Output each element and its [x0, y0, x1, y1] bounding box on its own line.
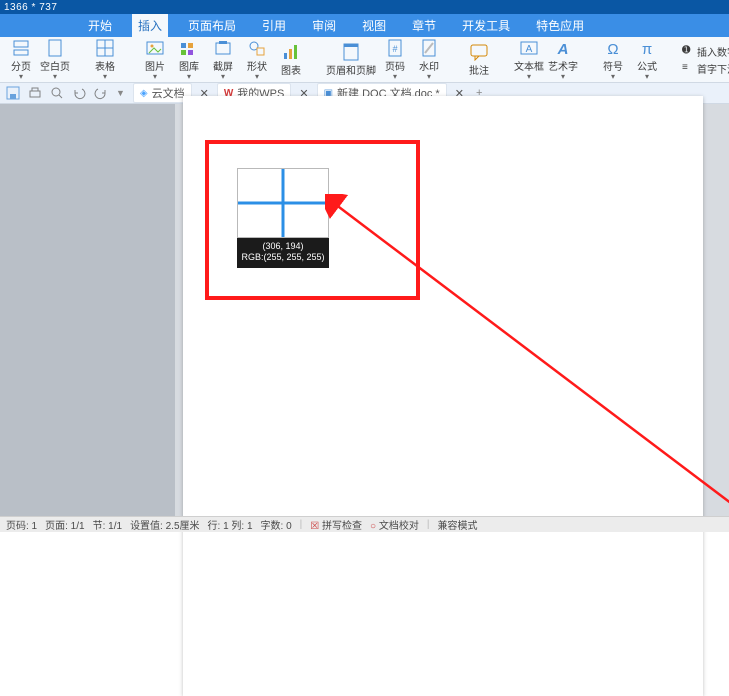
svg-text:A: A: [526, 44, 533, 55]
page-area[interactable]: (306, 194) RGB:(255, 255, 255): [175, 104, 729, 516]
table-button[interactable]: 表格▾: [90, 39, 120, 81]
menu-insert[interactable]: 插入: [132, 14, 168, 37]
print-icon[interactable]: [28, 86, 42, 100]
workspace: (306, 194) RGB:(255, 255, 255): [0, 104, 729, 516]
symbol-button[interactable]: Ω符号▾: [598, 39, 628, 81]
menu-start[interactable]: 开始: [82, 14, 118, 37]
blank-page-icon: [46, 39, 64, 57]
equation-button[interactable]: π公式▾: [632, 39, 662, 81]
menu-view[interactable]: 视图: [356, 14, 392, 37]
table-icon: [96, 39, 114, 57]
svg-text:#: #: [392, 44, 397, 54]
gallery-icon: [180, 39, 198, 57]
insert-number-button[interactable]: ➊插入数字: [682, 44, 729, 59]
eyedropper-rgb: RGB:(255, 255, 255): [237, 252, 329, 263]
page-break-button[interactable]: 分页▾: [6, 39, 36, 81]
menu-references[interactable]: 引用: [256, 14, 292, 37]
menu-review[interactable]: 审阅: [306, 14, 342, 37]
svg-text:Ω: Ω: [607, 41, 618, 57]
undo-icon[interactable]: [72, 86, 86, 100]
page-number-button[interactable]: #页码▾: [380, 39, 410, 81]
ribbon: 分页▾ 空白页▾ 表格▾ 图片▾ 图库▾ 截屏▾ 形状▾ 图表 页眉和页脚 #页…: [0, 37, 729, 83]
shapes-button[interactable]: 形状▾: [242, 39, 272, 81]
chart-button[interactable]: 图表: [276, 43, 306, 77]
status-rowcol[interactable]: 行: 1 列: 1: [208, 517, 253, 532]
svg-text:π: π: [642, 41, 652, 57]
menu-bar: 开始 插入 页面布局 引用 审阅 视图 章节 开发工具 特色应用: [0, 14, 729, 37]
status-bar: 页码: 1 页面: 1/1 节: 1/1 设置值: 2.5厘米 行: 1 列: …: [0, 516, 729, 532]
number-icon: ➊: [682, 45, 694, 57]
dropcap-icon: ≡: [682, 62, 694, 74]
eyedropper-coord: (306, 194): [237, 241, 329, 252]
textbox-icon: A: [520, 39, 538, 57]
omega-icon: Ω: [604, 39, 622, 57]
comment-icon: [470, 43, 488, 61]
gallery-button[interactable]: 图库▾: [174, 39, 204, 81]
eyedropper-info: (306, 194) RGB:(255, 255, 255): [237, 238, 329, 268]
shapes-icon: [248, 39, 266, 57]
status-wordcount[interactable]: 字数: 0: [261, 517, 292, 532]
watermark-button[interactable]: 水印▾: [414, 39, 444, 81]
qat-dropdown[interactable]: ▼: [116, 88, 125, 98]
status-spellcheck[interactable]: ☒ 拼写检查: [310, 517, 362, 532]
menu-page-layout[interactable]: 页面布局: [182, 14, 242, 37]
page-break-icon: [12, 39, 30, 57]
redo-icon[interactable]: [94, 86, 108, 100]
header-footer-button[interactable]: 页眉和页脚: [326, 43, 376, 77]
picture-icon: [146, 39, 164, 57]
status-proofread[interactable]: ○ 文档校对: [370, 517, 419, 532]
page-number-icon: #: [386, 39, 404, 57]
preview-icon[interactable]: [50, 86, 64, 100]
save-icon[interactable]: [6, 86, 20, 100]
screenshot-icon: [214, 39, 232, 57]
wordart-icon: A: [554, 39, 572, 57]
status-page-code[interactable]: 页码: 1: [6, 517, 37, 532]
status-compat-mode[interactable]: 兼容模式: [437, 517, 477, 532]
status-setvalue[interactable]: 设置值: 2.5厘米: [130, 517, 199, 532]
screenshot-button[interactable]: 截屏▾: [208, 39, 238, 81]
eyedropper-magnifier: [237, 168, 329, 238]
cloud-icon: ◈: [140, 88, 148, 99]
window-dimensions: 1366 * 737: [0, 2, 57, 13]
header-footer-icon: [342, 43, 360, 61]
status-page[interactable]: 页面: 1/1: [45, 517, 84, 532]
menu-special[interactable]: 特色应用: [530, 14, 590, 37]
chart-icon: [282, 43, 300, 61]
pi-icon: π: [638, 39, 656, 57]
textbox-button[interactable]: A文本框▾: [514, 39, 544, 81]
wordart-button[interactable]: A艺术字▾: [548, 39, 578, 81]
comment-button[interactable]: 批注: [464, 43, 494, 77]
left-gutter: [0, 104, 175, 516]
picture-button[interactable]: 图片▾: [140, 39, 170, 81]
watermark-icon: [420, 39, 438, 57]
status-section[interactable]: 节: 1/1: [93, 517, 122, 532]
blank-page-button[interactable]: 空白页▾: [40, 39, 70, 81]
menu-section[interactable]: 章节: [406, 14, 442, 37]
menu-devtools[interactable]: 开发工具: [456, 14, 516, 37]
drop-cap-button[interactable]: ≡首字下沉: [682, 61, 729, 76]
svg-text:A: A: [557, 41, 569, 57]
